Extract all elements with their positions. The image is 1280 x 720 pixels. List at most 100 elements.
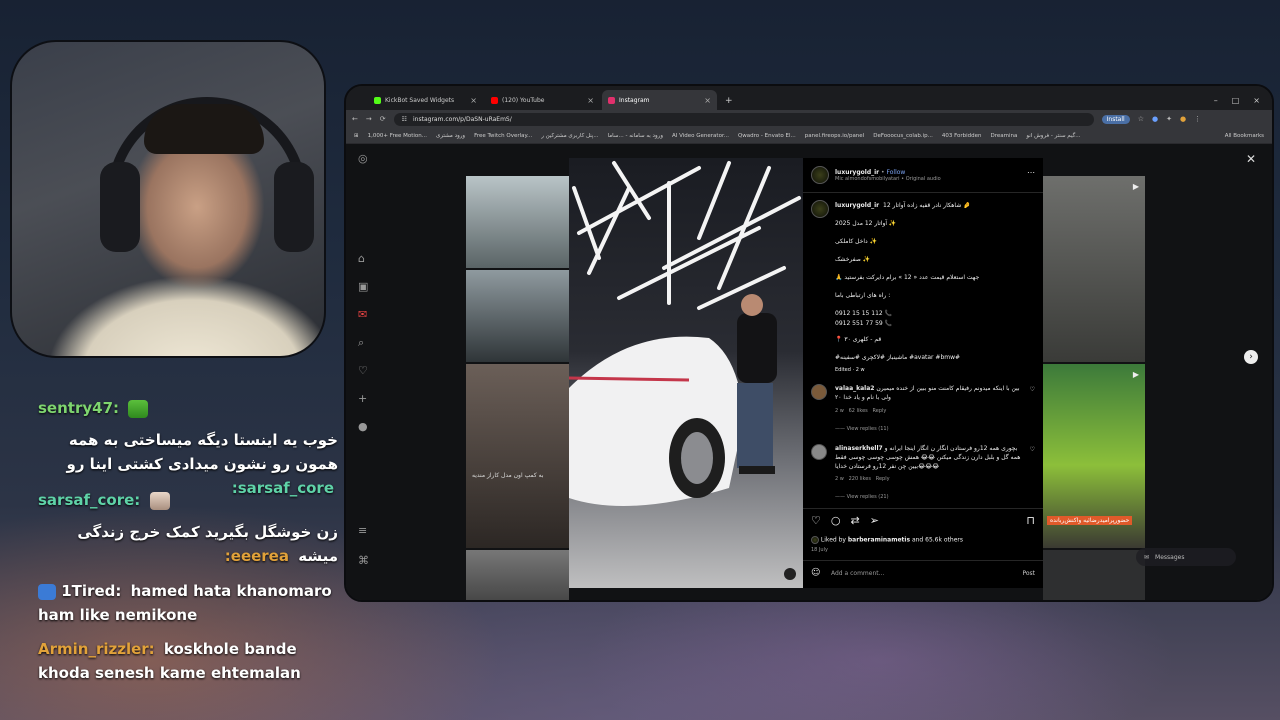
reels-icon[interactable]: ▣ xyxy=(358,280,368,293)
tab-youtube[interactable]: (120) YouTube × xyxy=(485,90,600,110)
profile-icon[interactable]: ● xyxy=(1180,115,1186,123)
caption-username[interactable]: luxurygold_ir xyxy=(835,202,879,209)
grid-thumbnail[interactable] xyxy=(466,550,569,600)
post-media[interactable] xyxy=(569,158,803,588)
bookmark-item[interactable]: ورود به سامانه - ...ساما xyxy=(608,133,663,139)
caption-line: آواتار 12 مدل 2025 ✨ xyxy=(835,220,897,227)
share-icon[interactable]: ➢ xyxy=(870,514,879,527)
caption-line: 📍 قم - کلهری ۳۰ xyxy=(835,336,882,343)
reload-icon[interactable]: ⟳ xyxy=(380,115,386,123)
threads-icon[interactable]: ⌘ xyxy=(358,554,369,567)
grid-thumbnail[interactable] xyxy=(466,270,569,362)
comment-icon[interactable]: ○ xyxy=(831,514,841,527)
view-replies[interactable]: —— View replies (21) xyxy=(835,494,889,500)
bookmark-item[interactable]: panel.fireops.io/panel xyxy=(805,133,864,139)
save-bookmark-icon[interactable]: ⊓ xyxy=(1026,514,1035,527)
comment-like-icon[interactable]: ♡ xyxy=(1030,446,1035,453)
commenter-username[interactable]: alinaserkhell7 xyxy=(835,445,883,452)
instagram-logo-icon[interactable]: ◎ xyxy=(358,152,368,165)
bookmark-item[interactable]: Dreamina xyxy=(991,133,1018,139)
thumbnail-text: حضورپرامیدرضائیه واکنش‌ربانده xyxy=(1047,516,1133,525)
messenger-icon[interactable]: ✉ xyxy=(358,308,367,321)
commenter-avatar[interactable] xyxy=(811,384,827,400)
caption-hashtags[interactable]: #ماشینباز #لاکچری #سفینه #avatar #bmw# xyxy=(835,354,960,361)
back-icon[interactable]: ← xyxy=(352,115,358,123)
grid-thumbnail[interactable] xyxy=(466,176,569,268)
messages-button[interactable]: ✉ Messages xyxy=(1136,548,1236,566)
bookmark-item[interactable]: 1,000+ Free Motion... xyxy=(368,133,427,139)
bookmark-item[interactable]: DeFooocus_colab.ip... xyxy=(873,133,933,139)
bookmark-item[interactable]: گیم سنتر - فروش انو... xyxy=(1026,133,1080,139)
chat-message: 1Tired: hamed hata khanomaro ham like ne… xyxy=(38,579,338,627)
bookmark-item[interactable]: 403 Forbidden xyxy=(942,133,982,139)
site-info-icon[interactable]: ☷ xyxy=(402,116,407,123)
add-comment-input[interactable]: Add a comment... xyxy=(831,570,884,577)
emoji-icon[interactable]: ☺ xyxy=(811,568,820,578)
liked-by-suffix[interactable]: and 65.6k others xyxy=(912,537,963,544)
comment-meta[interactable]: 2 w 220 likes Reply xyxy=(835,476,890,482)
window-close-icon[interactable]: × xyxy=(1253,96,1260,105)
more-options-icon[interactable]: ⋯ xyxy=(1027,168,1035,177)
bookmark-item[interactable]: AI Video Generator... xyxy=(672,133,729,139)
puzzle-icon[interactable]: ✦ xyxy=(1166,115,1172,123)
caption-avatar[interactable] xyxy=(811,200,829,218)
follow-button[interactable]: Follow xyxy=(887,169,906,176)
url-field[interactable]: ☷ instagram.com/p/DaSN-uRaEmS/ xyxy=(393,112,1094,126)
liked-by[interactable]: Liked by barberaminametis and 65.6k othe… xyxy=(811,536,963,544)
grid-thumbnail[interactable]: ▶ xyxy=(1043,176,1145,362)
apps-icon[interactable]: ⊞ xyxy=(354,133,359,139)
bookmark-item[interactable]: پنل کاربری مشترکین ر... xyxy=(541,133,598,139)
bookmark-item[interactable]: Qwadro - Envato El... xyxy=(738,133,796,139)
post-comment-button[interactable]: Post xyxy=(1022,570,1035,577)
new-tab-button[interactable]: + xyxy=(725,96,733,106)
caption-line: راه های ارتباطی باما : xyxy=(835,292,891,299)
instagram-page: ◎ ⌂ ▣ ✉ ⌕ ♡ + ● ≡ ⌘ به کمپ اون مدل کاراز… xyxy=(346,144,1272,600)
close-tab-icon[interactable]: × xyxy=(470,96,477,105)
heart-icon[interactable]: ♡ xyxy=(358,364,368,377)
commenter-username[interactable]: valaa_kala2 xyxy=(835,385,874,392)
menu-icon[interactable]: ⋮ xyxy=(1194,115,1201,123)
profile-avatar-icon[interactable]: ● xyxy=(358,420,368,433)
create-icon[interactable]: + xyxy=(358,392,367,405)
close-tab-icon[interactable]: × xyxy=(587,96,594,105)
grid-thumbnail[interactable]: ▶ حضورپرامیدرضائیه واکنش‌ربانده xyxy=(1043,364,1145,548)
view-replies-label[interactable]: View replies (11) xyxy=(847,426,889,432)
close-tab-icon[interactable]: × xyxy=(704,96,711,105)
maximize-icon[interactable]: □ xyxy=(1232,96,1240,105)
tab-instagram[interactable]: Instagram × xyxy=(602,90,717,110)
audio-info[interactable]: Mic almondofsmobilyatari • Original audi… xyxy=(835,176,941,182)
kick-icon xyxy=(374,96,381,104)
install-button[interactable]: Install xyxy=(1101,114,1130,124)
liked-by-user[interactable]: barberaminametis xyxy=(848,537,910,544)
commenter-avatar[interactable] xyxy=(811,444,827,460)
chat-message: sarsaf_core: xyxy=(38,488,338,512)
bookmark-item[interactable]: Free Twitch Overlay... xyxy=(474,133,532,139)
grid-thumbnail[interactable] xyxy=(1043,550,1145,600)
author-avatar[interactable] xyxy=(811,166,829,184)
chat-username: sarsaf_core: xyxy=(38,491,141,509)
next-post-button[interactable]: › xyxy=(1244,350,1258,364)
bookmark-star-icon[interactable]: ☆ xyxy=(1138,115,1144,123)
comment-like-icon[interactable]: ♡ xyxy=(1030,386,1035,393)
view-replies[interactable]: —— View replies (11) xyxy=(835,426,889,432)
comment-meta[interactable]: 2 w 62 likes Reply xyxy=(835,408,886,414)
tab-kickbot[interactable]: KickBot Saved Widgets × xyxy=(368,90,483,110)
grid-thumbnail[interactable]: به کمپ اون مدل کاراز مندیه xyxy=(466,364,569,548)
view-replies-label[interactable]: View replies (21) xyxy=(847,494,889,500)
all-bookmarks[interactable]: All Bookmarks xyxy=(1225,133,1272,139)
home-icon[interactable]: ⌂ xyxy=(358,252,365,265)
frog-emote-icon xyxy=(128,399,149,418)
author-username[interactable]: luxurygold_ir xyxy=(835,169,879,176)
bookmark-item[interactable]: ورود مشتری xyxy=(436,133,465,139)
post-header: luxurygold_ir • Follow Mic almondofsmobi… xyxy=(811,166,941,184)
more-menu-icon[interactable]: ≡ xyxy=(358,524,367,537)
extensions-icon[interactable]: ● xyxy=(1152,115,1158,123)
minimize-icon[interactable]: – xyxy=(1214,96,1218,105)
bookmarks-bar: ⊞ 1,000+ Free Motion... ورود مشتری Free … xyxy=(346,128,1272,144)
post-date: 18 July xyxy=(811,547,828,553)
close-modal-icon[interactable]: ✕ xyxy=(1246,152,1256,166)
like-icon[interactable]: ♡ xyxy=(811,514,821,527)
repost-icon[interactable]: ⇄ xyxy=(850,514,859,527)
search-icon[interactable]: ⌕ xyxy=(358,336,364,350)
forward-icon[interactable]: → xyxy=(366,115,372,123)
